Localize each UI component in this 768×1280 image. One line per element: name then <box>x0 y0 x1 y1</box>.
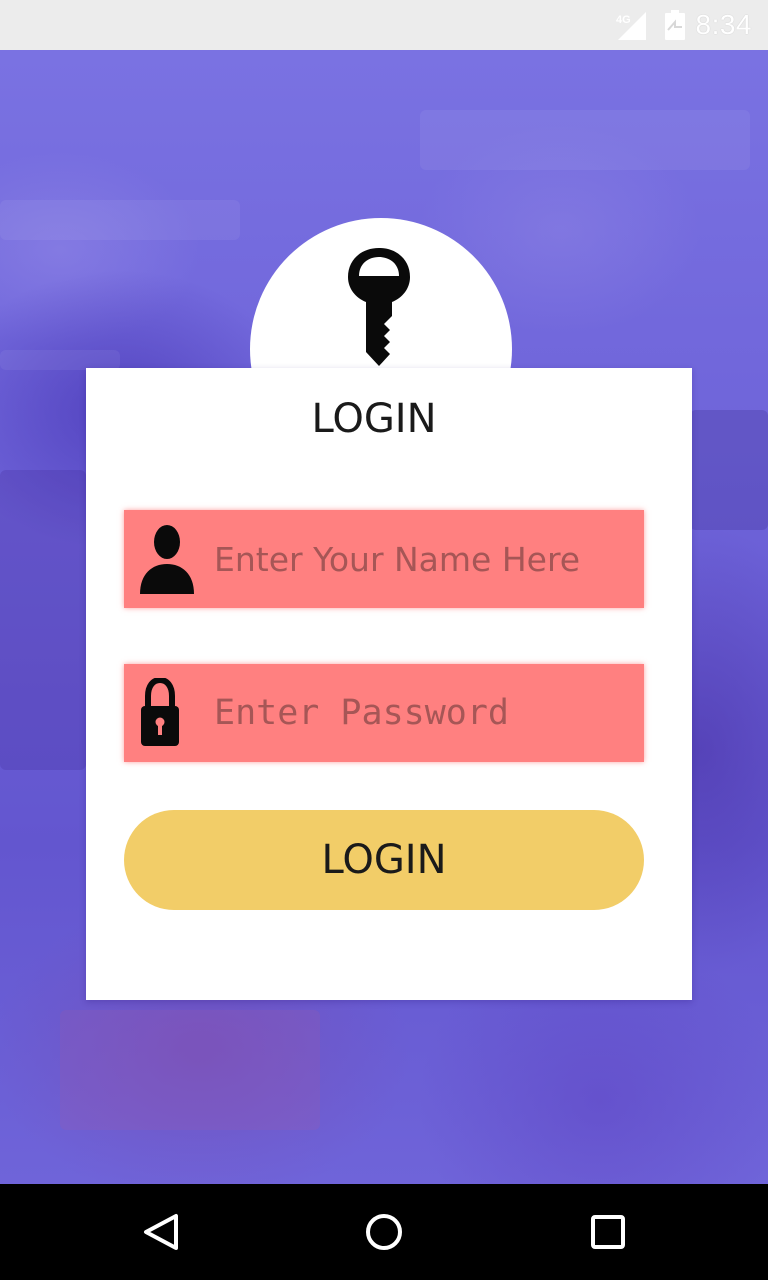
lock-icon <box>141 678 179 746</box>
recents-icon[interactable] <box>580 1204 636 1260</box>
background-texture <box>60 1010 320 1130</box>
key-icon <box>348 248 410 366</box>
home-icon[interactable] <box>356 1204 412 1260</box>
background-texture <box>420 110 750 170</box>
battery-icon <box>665 10 685 40</box>
back-icon[interactable] <box>132 1204 188 1260</box>
background-texture <box>0 470 86 770</box>
name-input[interactable] <box>214 510 634 608</box>
person-icon <box>140 525 194 594</box>
network-type-label: 4G <box>616 14 631 26</box>
login-title: LOGIN <box>311 396 437 442</box>
navigation-bar <box>0 1184 768 1280</box>
password-input[interactable] <box>214 664 634 762</box>
status-time: 8:34 <box>695 9 752 40</box>
background-texture <box>690 410 768 530</box>
login-button[interactable]: LOGIN <box>124 810 644 910</box>
status-bar: 4G 8:34 <box>0 0 768 50</box>
signal-icon: 4G <box>616 12 646 40</box>
name-field[interactable] <box>124 510 644 608</box>
background-texture <box>0 200 240 240</box>
background-texture <box>0 350 120 370</box>
password-field[interactable] <box>124 664 644 762</box>
